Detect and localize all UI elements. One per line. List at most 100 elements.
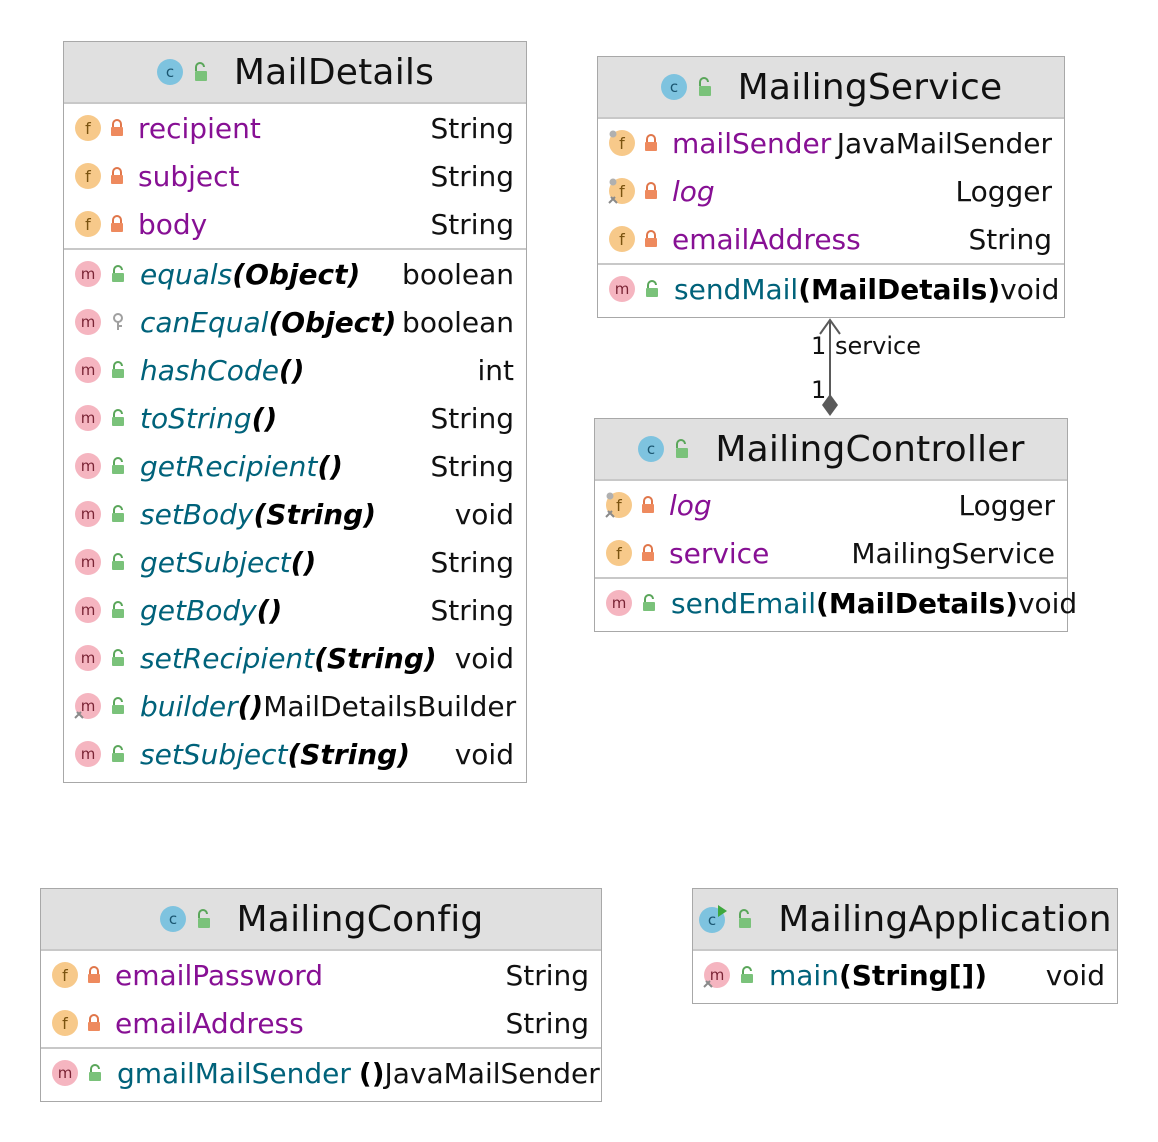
class-name: MailingController xyxy=(715,428,1025,470)
method-row[interactable]: m hashCode () int xyxy=(64,346,526,394)
field-name: recipient xyxy=(138,111,261,145)
static-method-m-icon: m xyxy=(703,961,731,989)
method-name: getBody xyxy=(140,593,257,627)
fields-section: f emailPassword String f emailAddress St… xyxy=(41,951,601,1049)
method-m-icon: m xyxy=(51,1059,79,1087)
field-name: log xyxy=(669,488,712,522)
field-row[interactable]: f subject String xyxy=(64,152,526,200)
field-type: JavaMailSender xyxy=(836,126,1052,160)
field-row[interactable]: f recipient String xyxy=(64,104,526,152)
method-return-type: String xyxy=(430,401,514,435)
method-params: (Object) xyxy=(232,257,361,291)
lock-icon xyxy=(641,544,655,562)
method-params: (String) xyxy=(253,497,377,531)
method-name: sendMail xyxy=(674,272,799,306)
field-name: subject xyxy=(138,159,240,193)
field-type: Logger xyxy=(955,174,1052,208)
class-name: MailingService xyxy=(737,66,1003,108)
field-row[interactable]: f log Logger xyxy=(598,167,1064,215)
method-return-type: String xyxy=(430,449,514,483)
unlock-icon xyxy=(736,909,754,929)
method-row[interactable]: m getRecipient () String xyxy=(64,442,526,490)
method-m-icon: m xyxy=(74,548,102,576)
svg-text:f: f xyxy=(619,134,625,153)
svg-text:m: m xyxy=(81,313,96,331)
method-params: (MailDetails) xyxy=(798,272,1001,306)
svg-text:c: c xyxy=(708,911,716,929)
class-header: c MailDetails xyxy=(64,42,526,104)
method-return-type: String xyxy=(430,593,514,627)
class-header: c MailingApplication xyxy=(693,889,1117,951)
method-row[interactable]: m equals (Object) boolean xyxy=(64,250,526,298)
fields-section: f mailSender JavaMailSender f log Logger… xyxy=(598,119,1064,265)
unlock-icon xyxy=(641,594,657,612)
method-m-icon: m xyxy=(74,452,102,480)
field-row[interactable]: f log Logger xyxy=(595,481,1067,529)
field-row[interactable]: f body String xyxy=(64,200,526,248)
method-name: getRecipient xyxy=(140,449,318,483)
field-row[interactable]: f emailAddress String xyxy=(598,215,1064,263)
method-return-type: void xyxy=(454,497,514,531)
method-m-icon: m xyxy=(608,275,636,303)
method-name: builder xyxy=(140,689,238,723)
method-return-type: boolean xyxy=(402,305,514,339)
method-m-icon: m xyxy=(74,740,102,768)
unlock-icon xyxy=(696,77,714,97)
svg-text:m: m xyxy=(81,409,96,427)
field-row[interactable]: f emailAddress String xyxy=(41,999,601,1047)
field-row[interactable]: f emailPassword String xyxy=(41,951,601,999)
svg-text:f: f xyxy=(616,496,622,515)
method-row[interactable]: m sendMail (MailDetails) void xyxy=(598,265,1064,313)
field-name: log xyxy=(672,174,715,208)
method-row[interactable]: m setRecipient (String) void xyxy=(64,634,526,682)
method-row[interactable]: m toString () String xyxy=(64,394,526,442)
unlock-icon xyxy=(195,909,213,929)
class-mailingservice[interactable]: c MailingService f mailSender JavaMailSe… xyxy=(597,56,1065,318)
method-name: hashCode xyxy=(140,353,279,387)
field-type: String xyxy=(505,1006,589,1040)
unlock-icon xyxy=(739,966,755,984)
methods-section: m sendEmail (MailDetails) void xyxy=(595,579,1077,627)
method-name: sendEmail xyxy=(671,586,817,620)
class-mailingconfig[interactable]: c MailingConfig f emailPassword String f… xyxy=(40,888,602,1102)
key-icon xyxy=(110,313,126,331)
svg-text:m: m xyxy=(81,265,96,283)
method-row[interactable]: m sendEmail (MailDetails) void xyxy=(595,579,1077,627)
svg-text:c: c xyxy=(670,78,678,96)
method-row[interactable]: m gmailMailSender () JavaMailSender xyxy=(41,1049,601,1097)
field-row[interactable]: f mailSender JavaMailSender xyxy=(598,119,1064,167)
class-mailingcontroller[interactable]: c MailingController f log Logger f servi… xyxy=(594,418,1077,632)
class-c-icon: c xyxy=(156,58,184,86)
method-row[interactable]: m builder () MailDetailsBuilder xyxy=(64,682,526,730)
method-name: setRecipient xyxy=(140,641,315,675)
svg-text:m: m xyxy=(81,745,96,763)
method-row[interactable]: m main (String[]) void xyxy=(693,951,1117,999)
method-m-icon: m xyxy=(74,596,102,624)
lock-icon xyxy=(87,966,101,984)
method-return-type: void xyxy=(1045,958,1105,992)
class-maildetails[interactable]: c MailDetails f recipient String f subje… xyxy=(63,41,527,783)
method-return-type: String xyxy=(430,545,514,579)
svg-text:c: c xyxy=(166,63,174,81)
unlock-icon xyxy=(644,280,660,298)
method-row[interactable]: m getSubject () String xyxy=(64,538,526,586)
method-row[interactable]: m getBody () String xyxy=(64,586,526,634)
method-row[interactable]: m canEqual (Object) boolean xyxy=(64,298,526,346)
unlock-icon xyxy=(110,265,126,283)
methods-section: m sendMail (MailDetails) void xyxy=(598,265,1064,313)
method-row[interactable]: m setBody (String) void xyxy=(64,490,526,538)
lock-icon xyxy=(641,496,655,514)
method-params: (String) xyxy=(287,737,410,771)
method-m-icon: m xyxy=(74,644,102,672)
class-mailingapplication[interactable]: c MailingApplication m main (String[]) v… xyxy=(692,888,1118,1004)
method-params: () xyxy=(237,689,264,723)
method-return-type: void xyxy=(454,641,514,675)
svg-text:f: f xyxy=(619,230,625,249)
svg-text:m: m xyxy=(81,601,96,619)
field-row[interactable]: f service MailingService xyxy=(595,529,1067,577)
svg-text:f: f xyxy=(85,119,91,138)
method-row[interactable]: m setSubject (String) void xyxy=(64,730,526,778)
method-name: equals xyxy=(140,257,233,291)
field-name: service xyxy=(669,536,770,570)
method-name: setBody xyxy=(140,497,254,531)
